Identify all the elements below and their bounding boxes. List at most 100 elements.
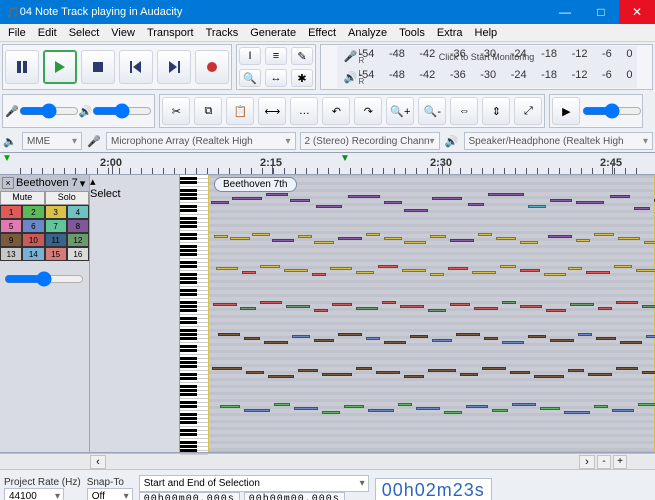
midi-note[interactable] — [416, 407, 440, 410]
midi-note[interactable] — [488, 193, 524, 196]
midi-note[interactable] — [478, 233, 492, 236]
midi-note[interactable] — [211, 201, 229, 204]
audio-host-dropdown[interactable]: MME — [22, 132, 82, 150]
menu-extra[interactable]: Extra — [431, 26, 469, 40]
recording-device-dropdown[interactable]: Microphone Array (Realtek High — [106, 132, 296, 150]
midi-note[interactable] — [642, 371, 655, 374]
midi-note[interactable] — [644, 241, 655, 244]
midi-note[interactable] — [398, 403, 412, 406]
silence-button[interactable]: … — [290, 97, 318, 125]
minimize-button[interactable]: — — [547, 0, 583, 24]
midi-note[interactable] — [298, 369, 318, 372]
midi-note[interactable] — [268, 375, 294, 378]
midi-channel-1[interactable]: 1 — [0, 205, 22, 219]
draw-tool[interactable]: ✎ — [291, 47, 313, 65]
selection-start-spinner[interactable]: 00h00m00,000s — [139, 492, 240, 500]
midi-note[interactable] — [402, 269, 426, 272]
midi-note[interactable] — [550, 199, 572, 202]
midi-clip[interactable]: Beethoven 7th — [208, 175, 655, 452]
midi-note[interactable] — [610, 195, 630, 198]
scroll-right-button[interactable]: › — [579, 455, 595, 469]
cut-button[interactable]: ✂ — [162, 97, 190, 125]
midi-note[interactable] — [230, 237, 250, 240]
menu-effect[interactable]: Effect — [302, 26, 342, 40]
midi-note[interactable] — [314, 309, 328, 312]
zoom-in-button[interactable]: + — [613, 455, 627, 469]
midi-note[interactable] — [430, 235, 446, 238]
midi-note[interactable] — [356, 271, 374, 274]
midi-note[interactable] — [218, 333, 240, 336]
menu-select[interactable]: Select — [63, 26, 106, 40]
midi-note[interactable] — [382, 301, 396, 304]
playback-device-dropdown[interactable]: Speaker/Headphone (Realtek High — [464, 132, 654, 150]
midi-note[interactable] — [260, 265, 280, 268]
midi-note[interactable] — [368, 409, 394, 412]
midi-note[interactable] — [546, 309, 566, 312]
zoom-toggle-button[interactable]: ⤢ — [514, 97, 542, 125]
midi-channel-6[interactable]: 6 — [22, 219, 44, 233]
midi-channel-9[interactable]: 9 — [0, 233, 22, 247]
midi-note[interactable] — [588, 373, 612, 376]
recording-meter[interactable]: 🎤 LR -54-48-42-36-30-24-18-12-60 Click t… — [337, 46, 637, 67]
midi-note[interactable] — [646, 335, 655, 338]
midi-note[interactable] — [472, 271, 496, 274]
midi-channel-15[interactable]: 15 — [45, 247, 67, 261]
midi-note[interactable] — [384, 341, 406, 344]
midi-note[interactable] — [496, 237, 516, 240]
track-select-button[interactable]: Select — [90, 188, 179, 200]
midi-note[interactable] — [330, 267, 352, 270]
midi-channel-13[interactable]: 13 — [0, 247, 22, 261]
snap-to-dropdown[interactable]: Off — [87, 488, 133, 500]
stop-button[interactable] — [81, 50, 115, 84]
midi-note[interactable] — [344, 405, 364, 408]
midi-note[interactable] — [466, 405, 488, 408]
multi-tool[interactable]: ✱ — [291, 69, 313, 87]
record-button[interactable] — [195, 50, 229, 84]
midi-note[interactable] — [450, 303, 470, 306]
midi-note[interactable] — [620, 341, 642, 344]
midi-note[interactable] — [520, 305, 542, 308]
selection-end-spinner[interactable]: 00h00m00,000s — [244, 492, 345, 500]
midi-note[interactable] — [594, 405, 608, 408]
midi-note[interactable] — [314, 241, 334, 244]
midi-note[interactable] — [468, 203, 484, 206]
midi-note[interactable] — [450, 239, 474, 242]
midi-note[interactable] — [642, 305, 655, 308]
midi-note[interactable] — [484, 337, 498, 340]
midi-note[interactable] — [432, 339, 452, 342]
midi-note[interactable] — [314, 339, 334, 342]
midi-note[interactable] — [492, 409, 508, 412]
undo-button[interactable]: ↶ — [322, 97, 350, 125]
midi-channel-8[interactable]: 8 — [67, 219, 89, 233]
midi-channel-10[interactable]: 10 — [22, 233, 44, 247]
midi-note[interactable] — [638, 403, 655, 406]
midi-channel-5[interactable]: 5 — [0, 219, 22, 233]
midi-note[interactable] — [338, 333, 362, 336]
midi-note[interactable] — [252, 233, 270, 236]
midi-note[interactable] — [338, 237, 362, 240]
midi-note[interactable] — [576, 239, 590, 242]
midi-note[interactable] — [366, 337, 380, 340]
midi-channel-11[interactable]: 11 — [45, 233, 67, 247]
skip-end-button[interactable] — [157, 50, 191, 84]
midi-note[interactable] — [474, 307, 498, 310]
zoom-in-button[interactable]: 🔍+ — [386, 97, 414, 125]
recording-channels-dropdown[interactable]: 2 (Stereo) Recording Chann — [300, 132, 440, 150]
scroll-left-button[interactable]: ‹ — [90, 455, 106, 469]
playback-meter[interactable]: 🔊 LR -54-48-42-36-30-24-18-12-60 — [337, 67, 637, 88]
trim-button[interactable]: ⟷ — [258, 97, 286, 125]
midi-note[interactable] — [482, 367, 506, 370]
menu-file[interactable]: File — [2, 26, 32, 40]
midi-note[interactable] — [356, 307, 378, 310]
midi-note[interactable] — [550, 339, 574, 342]
midi-note[interactable] — [544, 273, 566, 276]
midi-note[interactable] — [428, 369, 456, 372]
midi-note[interactable] — [244, 337, 260, 340]
midi-note[interactable] — [432, 197, 462, 200]
midi-note[interactable] — [316, 205, 342, 208]
midi-note[interactable] — [430, 273, 444, 276]
midi-channel-2[interactable]: 2 — [22, 205, 44, 219]
midi-note[interactable] — [348, 195, 380, 198]
selection-tool[interactable]: I — [239, 47, 261, 65]
midi-note[interactable] — [596, 337, 616, 340]
